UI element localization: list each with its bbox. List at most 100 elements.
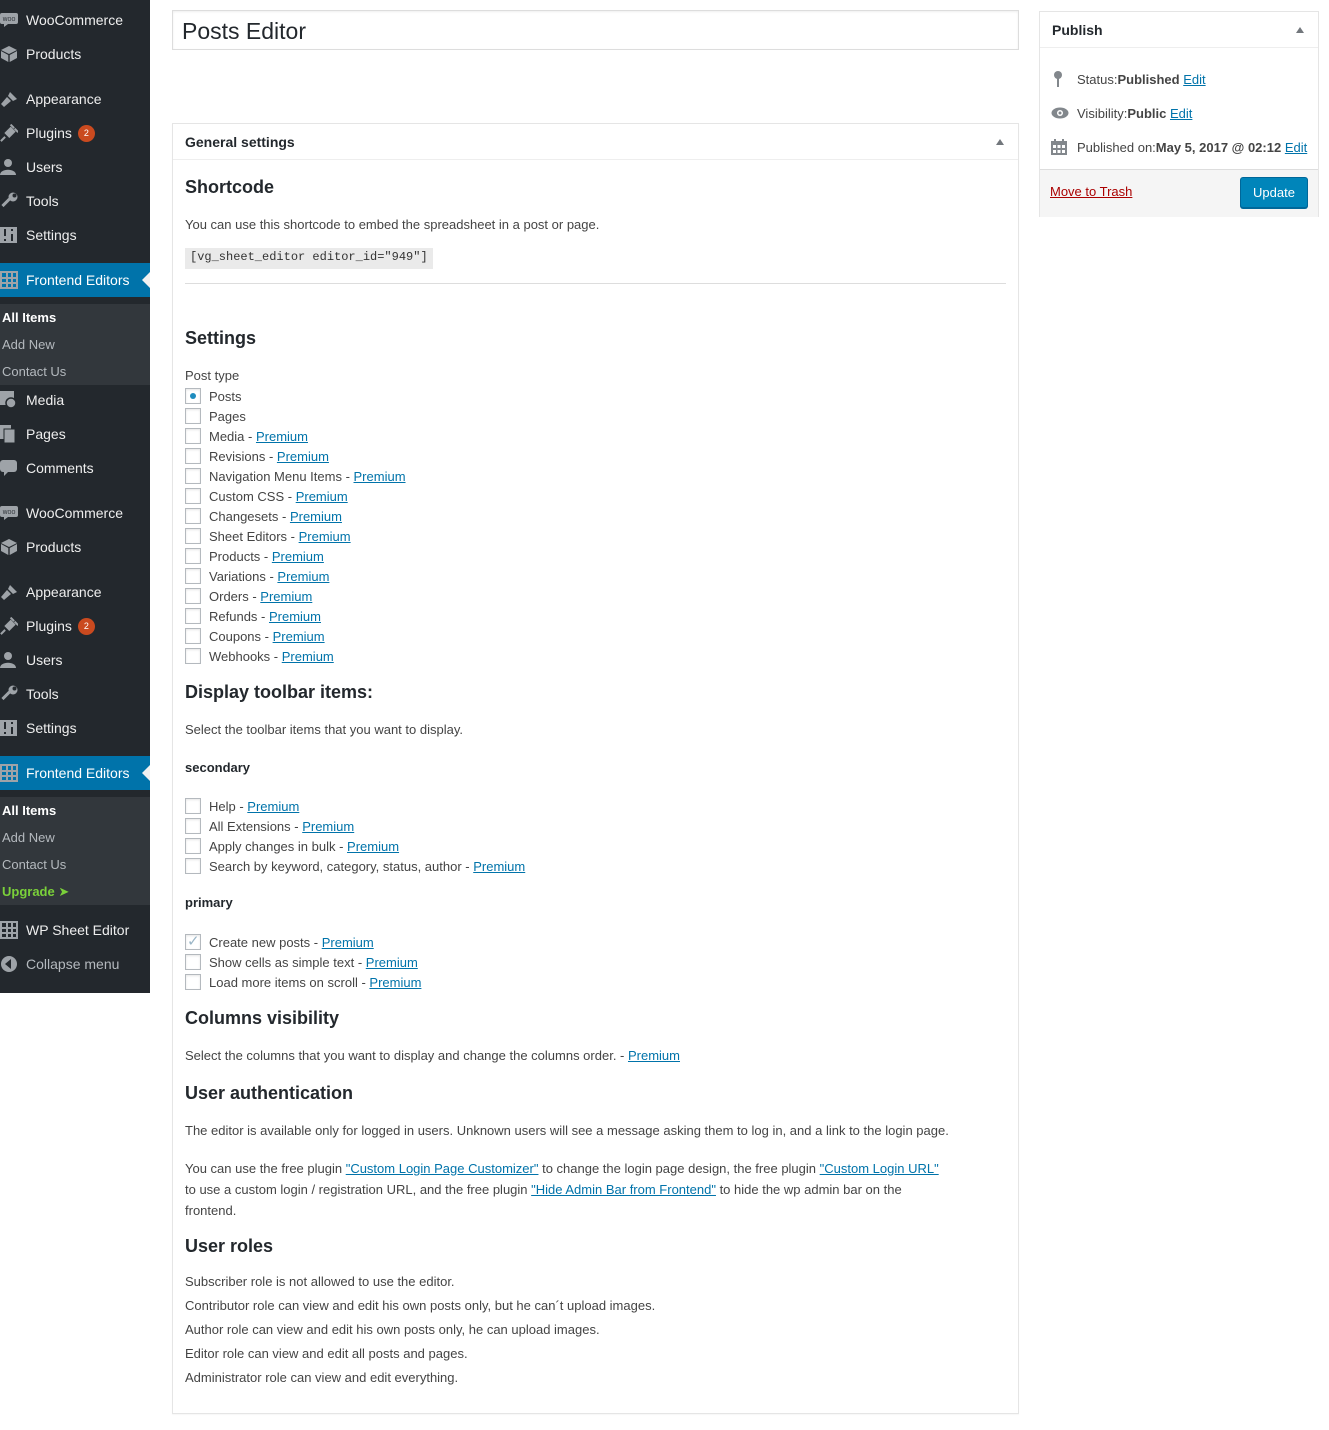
checkbox[interactable]	[185, 838, 201, 854]
checkbox[interactable]	[185, 568, 201, 584]
collapse-icon	[0, 955, 26, 973]
premium-link[interactable]: Premium	[347, 839, 399, 854]
sidebar-item-pages[interactable]: Pages	[0, 417, 150, 451]
premium-link[interactable]: Premium	[473, 859, 525, 874]
submenu-item-all-items[interactable]: All Items	[0, 797, 150, 824]
update-button[interactable]: Update	[1240, 177, 1308, 208]
option-label: Products -	[209, 548, 272, 564]
edit-date-link[interactable]: Edit	[1285, 140, 1307, 155]
checkbox[interactable]	[185, 388, 201, 404]
premium-link[interactable]: Premium	[322, 935, 374, 950]
premium-link[interactable]: Premium	[277, 449, 329, 464]
checkbox[interactable]	[185, 588, 201, 604]
checkbox[interactable]	[185, 608, 201, 624]
checkbox[interactable]	[185, 468, 201, 484]
sidebar-item-comments[interactable]: Comments	[0, 451, 150, 485]
checkbox[interactable]	[185, 528, 201, 544]
checkbox[interactable]	[185, 488, 201, 504]
option-label: Apply changes in bulk -	[209, 838, 348, 854]
box-icon	[0, 45, 26, 63]
option-row: Search by keyword, category, status, aut…	[185, 856, 525, 876]
custom-login-url-link[interactable]: "Custom Login URL"	[820, 1161, 939, 1176]
sidebar-item-products[interactable]: Products	[0, 37, 150, 71]
sidebar-item-wp-sheet-editor[interactable]: WP Sheet Editor	[0, 913, 150, 947]
premium-link[interactable]: Premium	[290, 509, 342, 524]
checkbox[interactable]	[185, 448, 201, 464]
premium-link[interactable]: Premium	[273, 629, 325, 644]
auth-text: to change the login page design, the fre…	[538, 1161, 820, 1176]
checkbox[interactable]	[185, 628, 201, 644]
submenu-item-contact-us[interactable]: Contact Us	[0, 851, 150, 878]
checkbox[interactable]	[185, 428, 201, 444]
sidebar-item-appearance[interactable]: Appearance	[0, 82, 150, 116]
sidebar-item-settings[interactable]: Settings	[0, 711, 150, 745]
post-title-input[interactable]: Posts Editor	[172, 10, 1019, 50]
role-description: Administrator role can view and edit eve…	[185, 1370, 459, 1385]
submenu-item-add-new[interactable]: Add New	[0, 824, 150, 851]
sidebar-item-frontend-editors[interactable]: Frontend Editors	[0, 756, 150, 790]
sidebar-submenu: All Items Add New Contact Us Upgrade ➤	[0, 797, 150, 905]
checkbox[interactable]	[185, 648, 201, 664]
eye-icon	[1051, 107, 1077, 119]
toggle-arrow-icon[interactable]	[996, 139, 1004, 145]
premium-link[interactable]: Premium	[272, 549, 324, 564]
sidebar-item-tools[interactable]: Tools	[0, 184, 150, 218]
premium-link[interactable]: Premium	[302, 819, 354, 834]
published-label: Published on:	[1077, 139, 1156, 155]
publish-header[interactable]: Publish	[1040, 12, 1318, 48]
edit-visibility-link[interactable]: Edit	[1170, 106, 1192, 121]
general-settings-title: General settings	[185, 133, 295, 150]
general-settings-header[interactable]: General settings	[173, 124, 1018, 160]
premium-link[interactable]: Premium	[366, 955, 418, 970]
submenu-item-all-items[interactable]: All Items	[0, 304, 150, 331]
submenu-item-add-new[interactable]: Add New	[0, 331, 150, 358]
premium-link[interactable]: Premium	[260, 589, 312, 604]
checkbox[interactable]	[185, 798, 201, 814]
sidebar-item-users[interactable]: Users	[0, 643, 150, 677]
custom-login-page-link[interactable]: "Custom Login Page Customizer"	[346, 1161, 539, 1176]
move-to-trash-link[interactable]: Move to Trash	[1050, 184, 1132, 199]
status-row: Status: Published Edit	[1051, 69, 1206, 89]
hide-admin-bar-link[interactable]: "Hide Admin Bar from Frontend"	[531, 1182, 716, 1197]
sidebar-item-products[interactable]: Products	[0, 530, 150, 564]
sidebar-item-label: Settings	[26, 720, 77, 736]
submenu-item-contact-us[interactable]: Contact Us	[0, 358, 150, 385]
option-label: Orders -	[209, 588, 261, 604]
columns-premium-link[interactable]: Premium	[628, 1048, 680, 1063]
premium-link[interactable]: Premium	[354, 469, 406, 484]
premium-link[interactable]: Premium	[277, 569, 329, 584]
checkbox[interactable]	[185, 548, 201, 564]
sidebar-item-woocommerce[interactable]: WOO WooCommerce	[0, 496, 150, 530]
premium-link[interactable]: Premium	[247, 799, 299, 814]
sidebar-item-woocommerce[interactable]: WOO WooCommerce	[0, 3, 150, 37]
premium-link[interactable]: Premium	[299, 529, 351, 544]
sidebar-item-collapse-menu[interactable]: Collapse menu	[0, 947, 150, 981]
premium-link[interactable]: Premium	[296, 489, 348, 504]
sidebar-item-label: Products	[26, 539, 82, 555]
checkbox[interactable]	[185, 932, 201, 950]
sidebar-item-plugins[interactable]: Plugins 2	[0, 116, 150, 150]
sidebar-item-tools[interactable]: Tools	[0, 677, 150, 711]
premium-link[interactable]: Premium	[256, 429, 308, 444]
checkbox[interactable]	[185, 818, 201, 834]
sidebar-item-plugins[interactable]: Plugins 2	[0, 609, 150, 643]
edit-status-link[interactable]: Edit	[1183, 72, 1205, 87]
option-row: Help - Premium	[185, 796, 299, 816]
wrench-icon	[0, 685, 26, 703]
toggle-arrow-icon[interactable]	[1296, 27, 1304, 33]
sidebar-item-appearance[interactable]: Appearance	[0, 575, 150, 609]
submenu-item-upgrade[interactable]: Upgrade ➤	[0, 878, 150, 905]
checkbox[interactable]	[185, 508, 201, 524]
premium-link[interactable]: Premium	[269, 609, 321, 624]
sidebar-item-users[interactable]: Users	[0, 150, 150, 184]
sidebar-item-frontend-editors[interactable]: Frontend Editors	[0, 263, 150, 297]
checkbox[interactable]	[185, 954, 201, 970]
checkbox[interactable]	[185, 974, 201, 990]
premium-link[interactable]: Premium	[282, 649, 334, 664]
status-label: Status:	[1077, 71, 1118, 87]
sidebar-item-media[interactable]: Media	[0, 383, 150, 417]
premium-link[interactable]: Premium	[369, 975, 421, 990]
sidebar-item-settings[interactable]: Settings	[0, 218, 150, 252]
checkbox[interactable]	[185, 408, 201, 424]
checkbox[interactable]	[185, 858, 201, 874]
